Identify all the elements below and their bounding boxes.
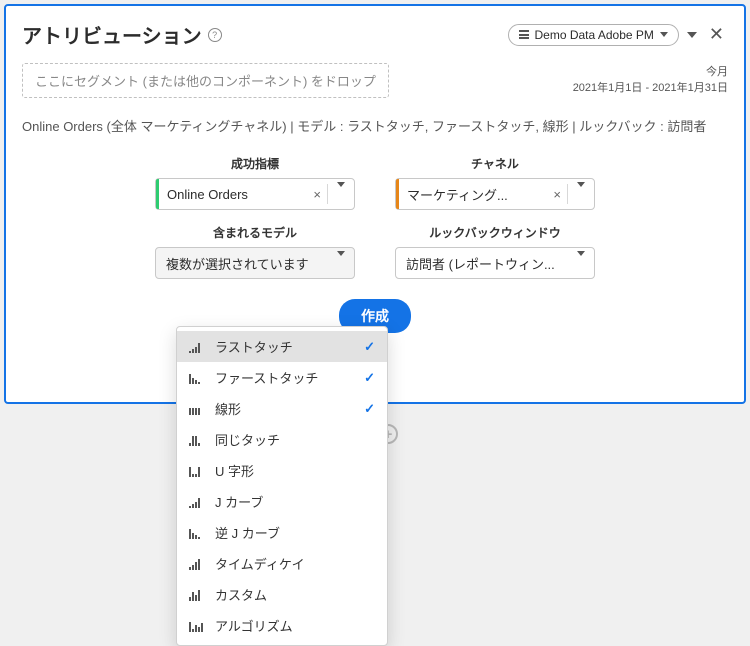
metric-value: Online Orders — [159, 187, 307, 202]
date-range-picker[interactable]: 今月 2021年1月1日 - 2021年1月31日 — [573, 63, 728, 95]
model-menu-label: ファーストタッチ — [215, 368, 354, 387]
chevron-down-icon — [568, 187, 594, 202]
chevron-down-icon — [660, 32, 668, 37]
metric-label: 成功指標 — [231, 155, 279, 172]
collapse-icon[interactable] — [687, 32, 697, 38]
lookback-label: ルックバックウィンドウ — [429, 224, 560, 241]
model-menu-item[interactable]: アルゴリズム — [177, 610, 387, 641]
segment-dropzone[interactable]: ここにセグメント (または他のコンポーネント) をドロップ — [22, 63, 389, 98]
model-shape-icon — [189, 589, 205, 601]
model-menu-label: タイムディケイ — [215, 554, 375, 573]
channel-label: チャネル — [471, 155, 519, 172]
model-shape-icon — [189, 496, 205, 508]
model-menu: ラストタッチ ✓ ファーストタッチ ✓ 線形 ✓ 同じタッチ U 字形 J カーブ逆 J カーブ… — [176, 326, 388, 646]
model-shape-icon — [189, 434, 205, 446]
model-menu-label: カスタム — [215, 585, 375, 604]
model-menu-label: 線形 — [215, 399, 354, 418]
chevron-down-icon — [568, 256, 594, 271]
panel-header: アトリビューション ? Demo Data Adobe PM ✕ — [22, 20, 728, 49]
model-menu-label: ラストタッチ — [215, 337, 354, 356]
model-shape-icon — [189, 341, 205, 353]
model-shape-icon — [189, 372, 205, 384]
date-range: 2021年1月1日 - 2021年1月31日 — [573, 79, 728, 95]
dataset-icon — [519, 30, 529, 39]
model-menu-item[interactable]: J カーブ — [177, 486, 387, 517]
dataset-selector[interactable]: Demo Data Adobe PM — [508, 24, 679, 46]
clear-icon[interactable]: × — [307, 187, 327, 202]
lookback-value: 訪問者 (レポートウィン... — [396, 254, 568, 273]
model-menu-label: 同じタッチ — [215, 430, 375, 449]
chevron-down-icon — [328, 256, 354, 271]
channel-select[interactable]: マーケティング... × — [395, 178, 595, 210]
check-icon: ✓ — [364, 370, 375, 386]
model-menu-item[interactable]: 線形 ✓ — [177, 393, 387, 424]
model-menu-item[interactable]: ラストタッチ ✓ — [177, 331, 387, 362]
model-menu-item[interactable]: カスタム — [177, 579, 387, 610]
model-shape-icon — [189, 465, 205, 477]
model-menu-label: アルゴリズム — [215, 616, 375, 635]
model-menu-label: J カーブ — [215, 492, 375, 511]
chevron-down-icon — [328, 187, 354, 202]
model-menu-label: U 字形 — [215, 461, 375, 480]
model-menu-item[interactable]: U 字形 — [177, 455, 387, 486]
model-shape-icon — [189, 558, 205, 570]
model-shape-icon — [189, 403, 205, 415]
help-icon[interactable]: ? — [208, 28, 222, 42]
config-summary: Online Orders (全体 マーケティングチャネル) | モデル : ラ… — [22, 116, 728, 135]
model-shape-icon — [189, 620, 205, 632]
metric-select[interactable]: Online Orders × — [155, 178, 355, 210]
model-menu-item[interactable]: 同じタッチ — [177, 424, 387, 455]
dataset-label: Demo Data Adobe PM — [535, 28, 654, 42]
date-label: 今月 — [573, 63, 728, 79]
model-menu-label: 逆 J カーブ — [215, 523, 375, 542]
check-icon: ✓ — [364, 339, 375, 355]
model-menu-item[interactable]: タイムディケイ — [177, 548, 387, 579]
panel-title: アトリビューション — [22, 20, 202, 49]
lookback-select[interactable]: 訪問者 (レポートウィン... — [395, 247, 595, 279]
model-select[interactable]: 複数が選択されています — [155, 247, 355, 279]
check-icon: ✓ — [364, 401, 375, 417]
model-shape-icon — [189, 527, 205, 539]
model-label: 含まれるモデル — [213, 224, 297, 241]
channel-value: マーケティング... — [399, 185, 547, 204]
close-icon[interactable]: ✕ — [705, 24, 728, 45]
model-value: 複数が選択されています — [156, 254, 328, 273]
model-menu-item[interactable]: 逆 J カーブ — [177, 517, 387, 548]
clear-icon[interactable]: × — [547, 187, 567, 202]
model-menu-item[interactable]: ファーストタッチ ✓ — [177, 362, 387, 393]
